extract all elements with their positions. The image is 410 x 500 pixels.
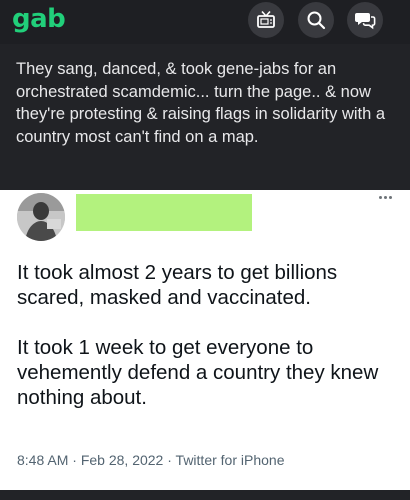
tweet-time[interactable]: 8:48 AM	[17, 452, 68, 468]
top-bar: gab	[0, 0, 410, 44]
tweet-source[interactable]: Twitter for iPhone	[176, 452, 285, 468]
meta-separator: ·	[167, 452, 172, 468]
gab-logo[interactable]: gab	[12, 4, 66, 34]
post-text: They sang, danced, & took gene-jabs for …	[16, 60, 386, 146]
chat-icon	[355, 13, 376, 30]
tweet-line-2: It took 1 week to get everyone to veheme…	[17, 336, 379, 409]
tv-button[interactable]	[248, 2, 284, 38]
avatar-photo	[17, 193, 65, 241]
avatar[interactable]	[17, 193, 65, 241]
search-button[interactable]	[298, 2, 334, 38]
meta-separator: ·	[72, 452, 77, 468]
search-icon	[307, 11, 326, 30]
redacted-username	[76, 194, 252, 231]
tweet-date[interactable]: Feb 28, 2022	[81, 452, 164, 468]
tv-icon	[257, 10, 275, 28]
bottom-bar	[0, 490, 410, 500]
tweet-line-1: It took almost 2 years to get billions s…	[17, 261, 338, 309]
more-options-icon[interactable]	[379, 196, 392, 199]
chat-button[interactable]	[347, 2, 383, 38]
tweet-card[interactable]: It took almost 2 years to get billions s…	[0, 190, 410, 490]
tweet-metadata: 8:48 AM · Feb 28, 2022 · Twitter for iPh…	[17, 452, 284, 468]
tweet-body: It took almost 2 years to get billions s…	[17, 260, 397, 410]
